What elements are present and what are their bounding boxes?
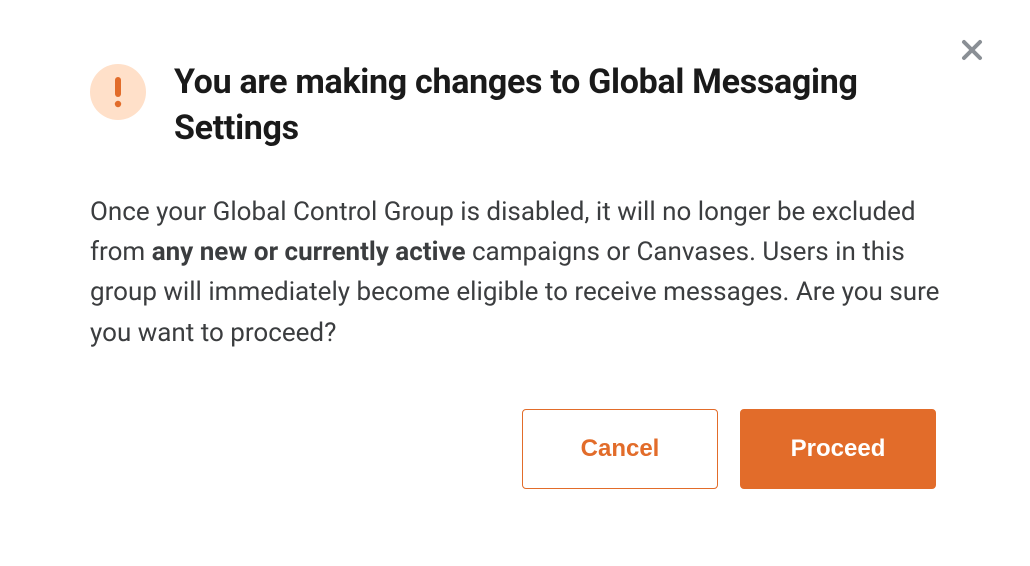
warning-icon-container bbox=[90, 64, 146, 120]
cancel-button[interactable]: Cancel bbox=[522, 409, 718, 489]
confirmation-modal: You are making changes to Global Messagi… bbox=[0, 0, 1030, 549]
close-icon bbox=[961, 39, 983, 65]
modal-actions: Cancel Proceed bbox=[90, 409, 940, 489]
proceed-button[interactable]: Proceed bbox=[740, 409, 936, 489]
body-text-bold: any new or currently active bbox=[152, 237, 466, 267]
close-button[interactable] bbox=[958, 38, 986, 66]
modal-body: Once your Global Control Group is disabl… bbox=[90, 192, 940, 353]
warning-icon bbox=[111, 75, 125, 109]
modal-header: You are making changes to Global Messagi… bbox=[90, 60, 940, 152]
modal-title: You are making changes to Global Messagi… bbox=[174, 60, 940, 152]
